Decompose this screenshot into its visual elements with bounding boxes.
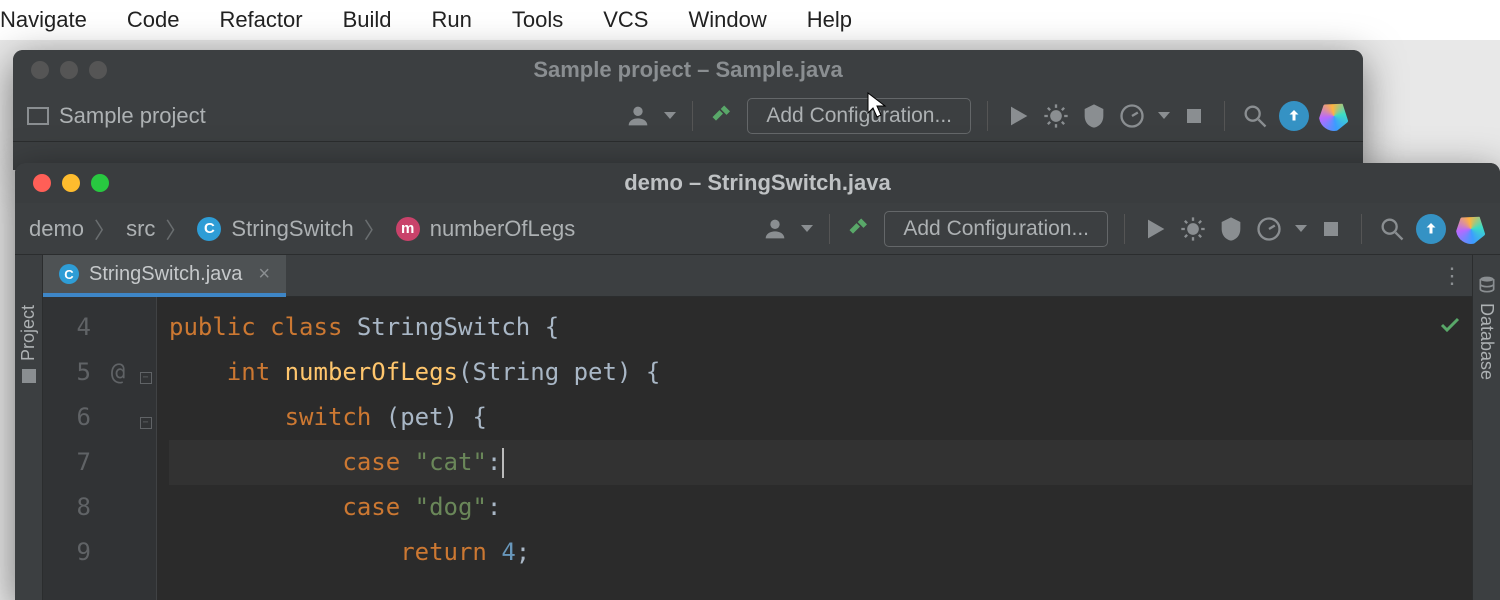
class-icon: C: [59, 264, 79, 284]
breadcrumb-method[interactable]: numberOfLegs: [430, 216, 576, 242]
menu-refactor[interactable]: Refactor: [219, 7, 302, 33]
window-demo: demo – StringSwitch.java demo 〉 src 〉 C …: [15, 163, 1500, 600]
zoom-icon[interactable]: [91, 174, 109, 192]
minimize-icon[interactable]: [60, 61, 78, 79]
project-icon: [27, 107, 49, 125]
breadcrumb: demo 〉 src 〉 C StringSwitch 〉 m numberOf…: [29, 213, 575, 245]
titlebar[interactable]: Sample project – Sample.java: [13, 50, 1363, 90]
text-caret: [502, 448, 504, 478]
zoom-icon[interactable]: [89, 61, 107, 79]
search-icon[interactable]: [1378, 215, 1406, 243]
chevron-right-icon: 〉: [364, 213, 386, 245]
close-icon[interactable]: [31, 61, 49, 79]
titlebar[interactable]: demo – StringSwitch.java: [15, 163, 1500, 203]
fold-handle-icon[interactable]: −: [140, 372, 152, 384]
profile-icon[interactable]: [1255, 215, 1283, 243]
divider: [692, 101, 693, 131]
project-name[interactable]: Sample project: [59, 103, 206, 129]
update-icon[interactable]: [1279, 101, 1309, 131]
user-icon[interactable]: [624, 102, 652, 130]
class-icon: C: [197, 217, 221, 241]
marker-gutter: @: [101, 297, 135, 600]
editor-main: C StringSwitch.java × ⋮ 456789 @ − −: [43, 255, 1472, 600]
search-icon[interactable]: [1241, 102, 1269, 130]
database-icon[interactable]: [1477, 275, 1497, 295]
profile-icon[interactable]: [1118, 102, 1146, 130]
run-icon[interactable]: [1004, 102, 1032, 130]
hammer-icon[interactable]: [709, 102, 737, 130]
chevron-down-icon[interactable]: [1295, 225, 1307, 232]
code-text[interactable]: public class StringSwitch { int numberOf…: [157, 297, 1472, 600]
menu-navigate[interactable]: Navigate: [0, 7, 87, 33]
editor-area: Project C StringSwitch.java × ⋮ 456789 @: [15, 255, 1500, 600]
space-icon[interactable]: [1450, 208, 1492, 250]
add-configuration-button[interactable]: Add Configuration...: [747, 98, 971, 134]
chevron-right-icon: 〉: [94, 213, 116, 245]
window-sample-project: Sample project – Sample.java Sample proj…: [13, 50, 1363, 170]
chevron-down-icon[interactable]: [1158, 112, 1170, 119]
method-icon: m: [396, 217, 420, 241]
chevron-down-icon[interactable]: [801, 225, 813, 232]
chevron-right-icon: 〉: [165, 213, 187, 245]
window-title: demo – StringSwitch.java: [15, 170, 1500, 196]
line-number-gutter: 456789: [43, 297, 101, 600]
close-icon[interactable]: ×: [258, 263, 270, 286]
space-icon[interactable]: [1313, 95, 1355, 137]
left-tool-stripe[interactable]: Project: [15, 255, 43, 600]
fold-gutter[interactable]: − −: [135, 297, 157, 600]
project-tool-button[interactable]: Project: [18, 305, 39, 361]
tab-stringswitch[interactable]: C StringSwitch.java ×: [43, 255, 286, 297]
tab-options-icon[interactable]: ⋮: [1432, 255, 1472, 297]
add-configuration-button[interactable]: Add Configuration...: [884, 211, 1108, 247]
divider: [1224, 101, 1225, 131]
chevron-down-icon[interactable]: [664, 112, 676, 119]
menu-tools[interactable]: Tools: [512, 7, 563, 33]
traffic-lights[interactable]: [13, 61, 107, 79]
hammer-icon[interactable]: [846, 215, 874, 243]
menu-run[interactable]: Run: [432, 7, 472, 33]
project-tool-icon[interactable]: [22, 369, 36, 383]
tab-label: StringSwitch.java: [89, 263, 242, 286]
fold-handle-icon[interactable]: −: [140, 417, 152, 429]
divider: [1124, 214, 1125, 244]
toolbar: Sample project Add Configuration...: [13, 90, 1363, 142]
toolbar: demo 〉 src 〉 C StringSwitch 〉 m numberOf…: [15, 203, 1500, 255]
divider: [987, 101, 988, 131]
update-icon[interactable]: [1416, 214, 1446, 244]
stop-icon[interactable]: [1180, 102, 1208, 130]
divider: [1361, 214, 1362, 244]
breadcrumb-class[interactable]: StringSwitch: [231, 216, 353, 242]
menu-window[interactable]: Window: [688, 7, 766, 33]
coverage-icon[interactable]: [1217, 215, 1245, 243]
breadcrumb-folder[interactable]: src: [126, 216, 155, 242]
menu-code[interactable]: Code: [127, 7, 180, 33]
menu-vcs[interactable]: VCS: [603, 7, 648, 33]
close-icon[interactable]: [33, 174, 51, 192]
debug-icon[interactable]: [1179, 215, 1207, 243]
divider: [829, 214, 830, 244]
traffic-lights[interactable]: [15, 174, 109, 192]
stop-icon[interactable]: [1317, 215, 1345, 243]
menu-help[interactable]: Help: [807, 7, 852, 33]
os-menubar: Navigate Code Refactor Build Run Tools V…: [0, 0, 1500, 40]
right-tool-stripe[interactable]: Database: [1472, 255, 1500, 600]
window-title: Sample project – Sample.java: [13, 57, 1363, 83]
coverage-icon[interactable]: [1080, 102, 1108, 130]
user-icon[interactable]: [761, 215, 789, 243]
code-editor[interactable]: 456789 @ − − public class StringSwitch {…: [43, 297, 1472, 600]
run-icon[interactable]: [1141, 215, 1169, 243]
debug-icon[interactable]: [1042, 102, 1070, 130]
breadcrumb-root[interactable]: demo: [29, 216, 84, 242]
editor-tabs: C StringSwitch.java × ⋮: [43, 255, 1472, 297]
database-tool-button[interactable]: Database: [1476, 303, 1497, 380]
minimize-icon[interactable]: [62, 174, 80, 192]
menu-build[interactable]: Build: [343, 7, 392, 33]
